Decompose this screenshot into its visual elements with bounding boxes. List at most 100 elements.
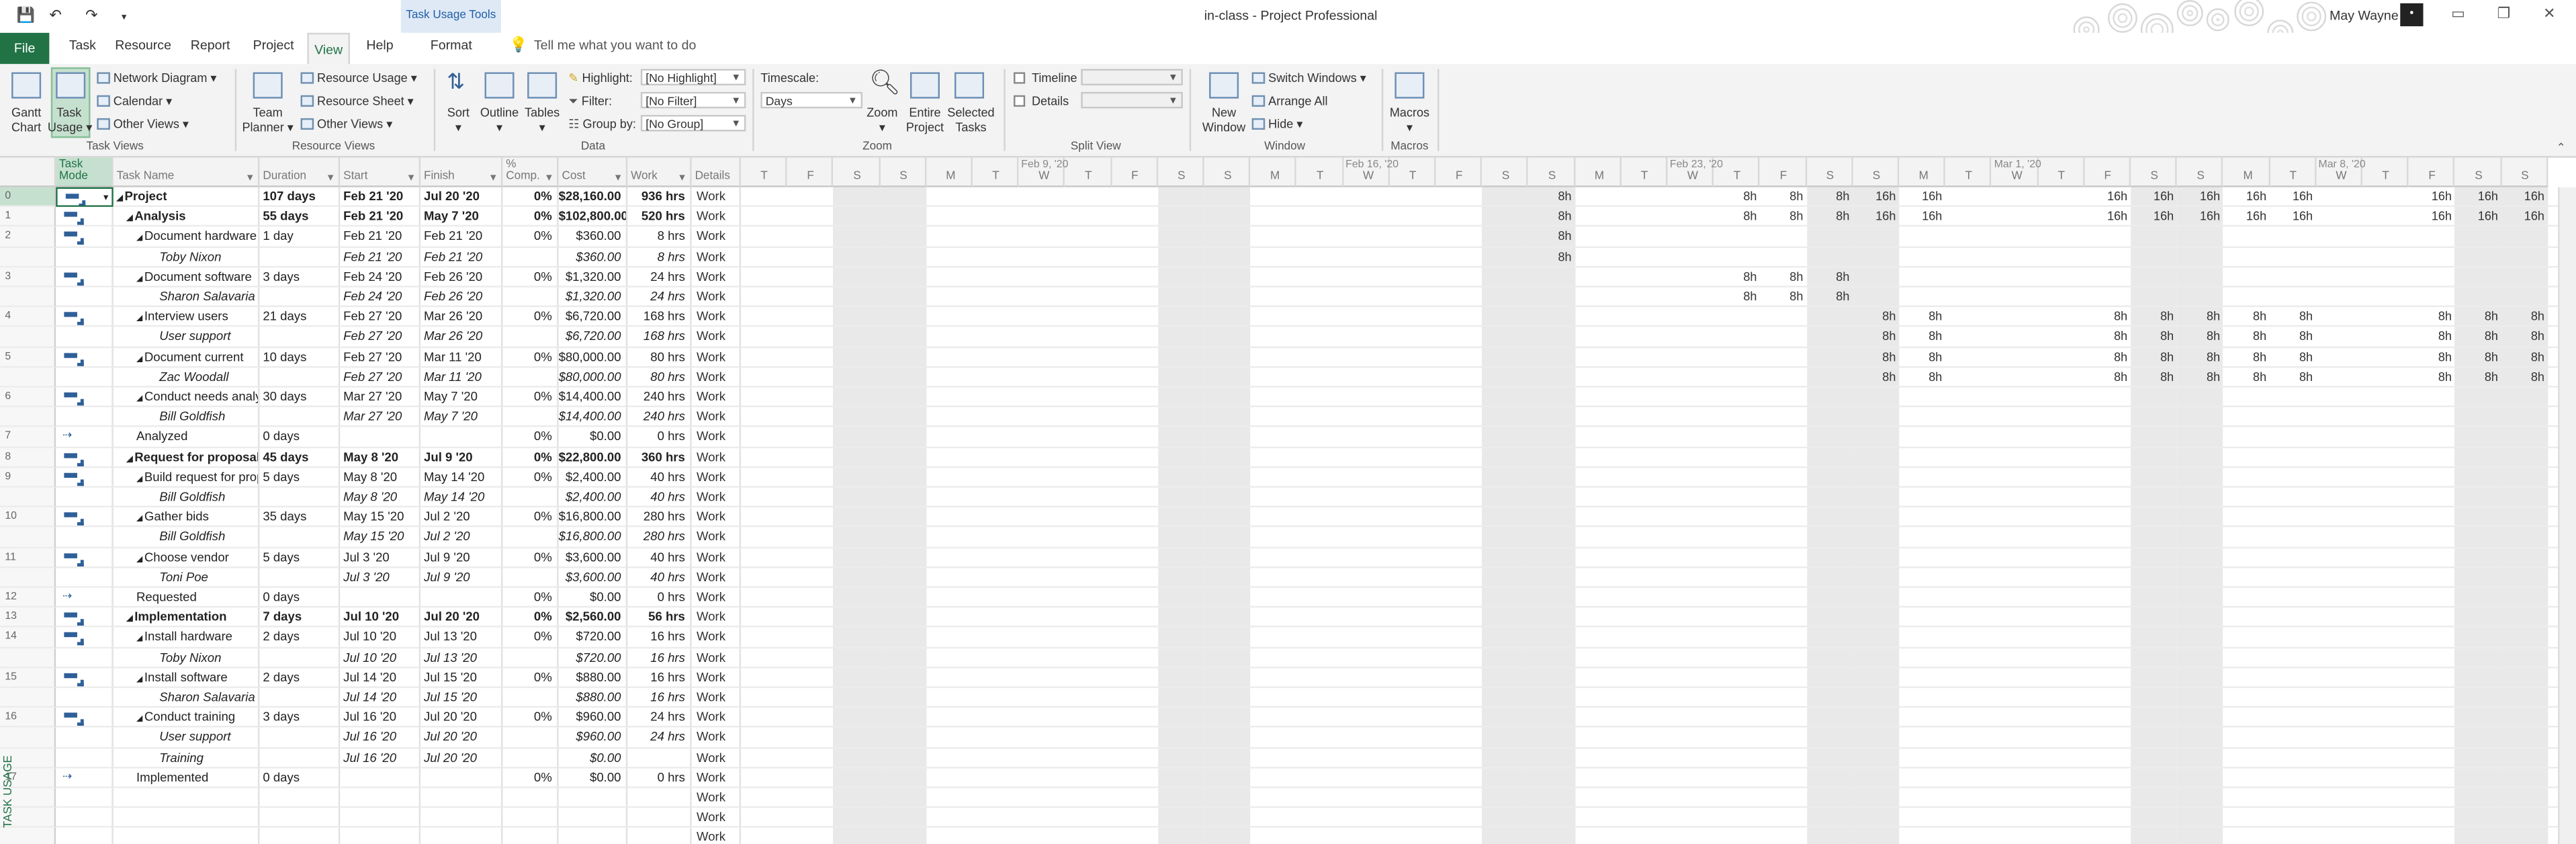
name-cell[interactable]: ◢ Document current: [113, 347, 260, 368]
cost-cell[interactable]: $1,320.00: [558, 287, 628, 308]
timephased-work-cell[interactable]: 8h: [1714, 207, 1760, 227]
comp-cell[interactable]: 0%: [502, 768, 559, 788]
start-cell[interactable]: Feb 21 '20: [340, 187, 421, 208]
timephased-work-cell[interactable]: 8h: [2084, 347, 2131, 368]
cost-cell[interactable]: $14,400.00: [558, 387, 628, 408]
macros-button[interactable]: Macros ▾: [1386, 105, 1432, 134]
outline-button[interactable]: Outline ▾: [478, 105, 521, 134]
task-mode-cell[interactable]: [56, 548, 114, 568]
start-cell[interactable]: Feb 24 '20: [340, 287, 421, 308]
user-name[interactable]: May Wayne: [2329, 8, 2399, 23]
timephased-work-cell[interactable]: 16h: [2409, 207, 2455, 227]
timephased-work-cell[interactable]: 16h: [2223, 207, 2270, 227]
cost-cell[interactable]: $6,720.00: [558, 307, 628, 328]
cost-cell[interactable]: $14,400.00: [558, 407, 628, 428]
duration-cell[interactable]: [259, 788, 341, 808]
task-mode-cell[interactable]: [56, 528, 114, 548]
resource-usage-button[interactable]: Resource Usage ▾: [300, 71, 417, 85]
work-cell[interactable]: 24 hrs: [627, 728, 692, 749]
timephased-work-cell[interactable]: 8h: [2084, 368, 2131, 388]
timephased-work-cell[interactable]: 8h: [1760, 267, 1806, 288]
work-cell[interactable]: 80 hrs: [627, 367, 692, 388]
timephased-work-cell[interactable]: 16h: [1899, 187, 1945, 208]
hide-button[interactable]: Hide ▾: [1251, 116, 1302, 131]
work-cell[interactable]: 16 hrs: [627, 648, 692, 669]
table-row[interactable]: Bill Goldfish May 8 '20 May 14 '20 $2,400.0…: [0, 487, 2576, 508]
name-cell[interactable]: Sharon Salavaria: [113, 687, 260, 708]
table-row[interactable]: 11 ◢ Choose vendor 5 days Jul 3 '20 Jul 9 '20…: [0, 548, 2576, 568]
col-header-duration[interactable]: Duration ▾: [259, 157, 341, 187]
name-cell[interactable]: ◢ Conduct training: [113, 708, 260, 728]
work-cell[interactable]: 16 hrs: [627, 668, 692, 688]
tell-me-search[interactable]: Tell me what you want to do: [534, 38, 696, 52]
duration-cell[interactable]: 30 days: [259, 387, 341, 408]
name-cell[interactable]: ◢ Document hardware: [113, 227, 260, 247]
cost-cell[interactable]: $28,160.00: [558, 187, 628, 208]
timeline-select[interactable]: ▼: [1081, 69, 1183, 86]
cost-cell[interactable]: $720.00: [558, 628, 628, 648]
task-mode-cell[interactable]: [56, 327, 114, 348]
work-cell[interactable]: 0 hrs: [627, 427, 692, 448]
timephased-work-cell[interactable]: 8h: [1806, 288, 1853, 308]
name-cell[interactable]: Toni Poe: [113, 567, 260, 588]
col-header-start[interactable]: Start ▾: [340, 157, 421, 187]
sort-button[interactable]: Sort ▾: [445, 105, 472, 134]
table-row[interactable]: Work: [0, 788, 2576, 808]
duration-cell[interactable]: 1 day: [259, 227, 341, 247]
row-id[interactable]: [0, 728, 56, 749]
finish-cell[interactable]: Feb 26 '20: [420, 267, 503, 288]
duration-cell[interactable]: [259, 728, 341, 749]
name-cell[interactable]: ◢ Analysis: [113, 207, 260, 228]
work-cell[interactable]: 24 hrs: [627, 708, 692, 728]
duration-cell[interactable]: 7 days: [259, 607, 341, 628]
table-row[interactable]: 16 ◢ Conduct training 3 days Jul 16 '20 Jul 2…: [0, 708, 2576, 728]
finish-cell[interactable]: Jul 2 '20: [420, 528, 503, 548]
timephased-work-cell[interactable]: 8h: [2177, 327, 2223, 347]
name-cell[interactable]: ◢ Document software: [113, 267, 260, 288]
timephased-work-cell[interactable]: 8h: [1529, 247, 1575, 267]
table-row[interactable]: Work: [0, 808, 2576, 829]
duration-cell[interactable]: [259, 407, 341, 428]
start-cell[interactable]: Feb 27 '20: [340, 347, 421, 368]
network-diagram-button[interactable]: Network Diagram ▾: [97, 71, 217, 85]
timephased-work-cell[interactable]: 8h: [2131, 347, 2177, 368]
switch-windows-button[interactable]: Switch Windows ▾: [1251, 71, 1366, 85]
task-mode-cell[interactable]: [56, 247, 114, 267]
task-mode-cell[interactable]: [56, 448, 114, 468]
task-mode-cell[interactable]: [56, 367, 114, 388]
comp-cell[interactable]: 0%: [502, 467, 559, 488]
cost-cell[interactable]: $80,000.00: [558, 347, 628, 368]
timephased-work-cell[interactable]: 8h: [2177, 347, 2223, 368]
timephased-work-cell[interactable]: 8h: [2501, 368, 2548, 388]
tab-format[interactable]: Format: [431, 38, 472, 52]
cost-cell[interactable]: $3,600.00: [558, 567, 628, 588]
timephased-work-cell[interactable]: 8h: [2223, 307, 2270, 327]
comp-cell[interactable]: [502, 287, 559, 308]
timephased-work-cell[interactable]: 8h: [2131, 368, 2177, 388]
timephased-work-cell[interactable]: 16h: [2270, 207, 2316, 227]
task-mode-cell[interactable]: [56, 267, 114, 288]
comp-cell[interactable]: [502, 728, 559, 749]
table-row[interactable]: User support Jul 16 '20 Jul 20 '20 $960.00 2…: [0, 728, 2576, 749]
cost-cell[interactable]: $2,400.00: [558, 487, 628, 508]
timephased-work-cell[interactable]: 8h: [1529, 207, 1575, 227]
start-cell[interactable]: Mar 27 '20: [340, 387, 421, 408]
name-cell[interactable]: User support: [113, 327, 260, 348]
cost-cell[interactable]: $0.00: [558, 427, 628, 448]
name-cell[interactable]: ◢ Project: [113, 187, 260, 208]
timephased-work-cell[interactable]: 16h: [2084, 187, 2131, 208]
timephased-work-cell[interactable]: 16h: [2501, 187, 2548, 208]
work-cell[interactable]: 240 hrs: [627, 387, 692, 408]
chevron-down-icon[interactable]: ▾: [103, 189, 108, 206]
cost-cell[interactable]: $0.00: [558, 748, 628, 769]
tab-task[interactable]: Task: [69, 38, 96, 52]
col-header-cost[interactable]: Cost ▾: [558, 157, 628, 187]
tab-resource[interactable]: Resource: [115, 38, 171, 52]
timephased-work-cell[interactable]: 8h: [1714, 267, 1760, 288]
comp-cell[interactable]: [502, 748, 559, 769]
cost-cell[interactable]: $16,800.00: [558, 507, 628, 528]
table-row[interactable]: 15 ◢ Install software 2 days Jul 14 '20 Jul 1…: [0, 668, 2576, 688]
finish-cell[interactable]: Feb 26 '20: [420, 287, 503, 308]
duration-cell[interactable]: 21 days: [259, 307, 341, 328]
table-row[interactable]: User support Feb 27 '20 Mar 26 '20 $6,720.0…: [0, 327, 2576, 348]
